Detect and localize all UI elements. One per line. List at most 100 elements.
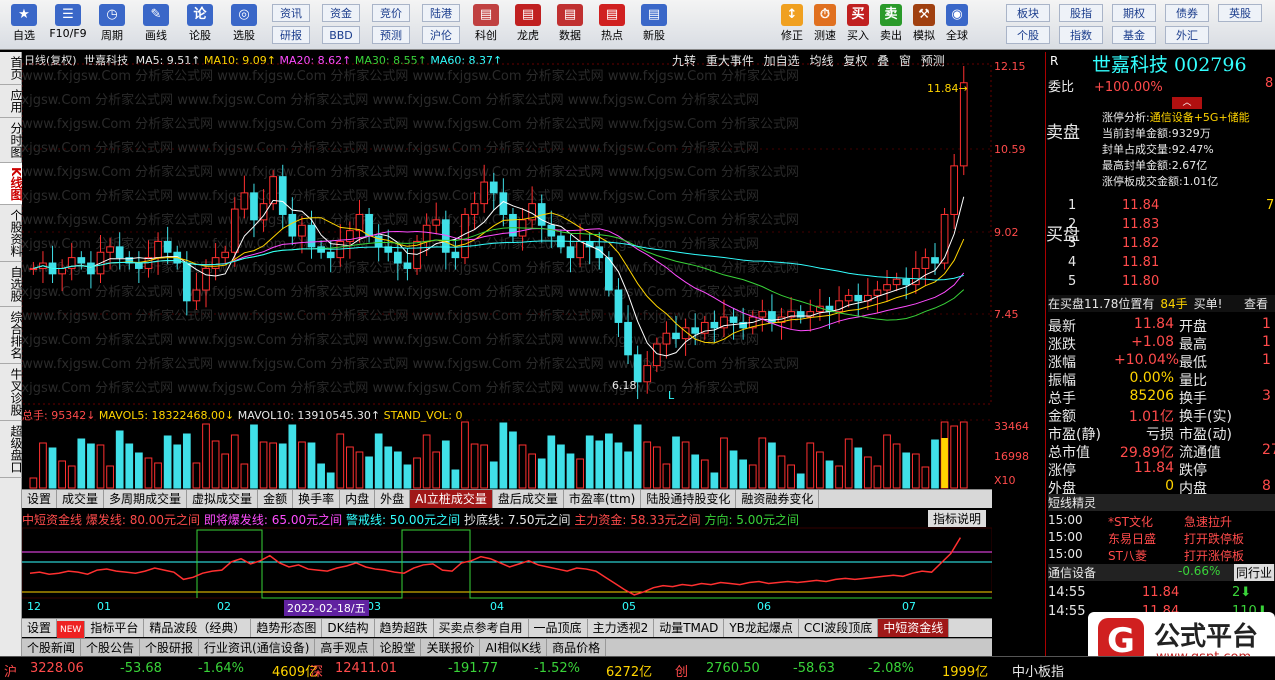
toolbar3-button-4[interactable]: ⚒ 模拟 [908, 2, 940, 48]
toolbar2-button-2[interactable]: ▤ 数据 [550, 2, 590, 48]
toolbar3-button-2[interactable]: 买买入 [842, 2, 874, 48]
indicator-tab-6[interactable]: 趋势超跌 [375, 619, 434, 637]
stat-row: 总手 85206 换手 3 [1048, 388, 1271, 407]
volume-bar [854, 447, 863, 489]
tag-个股[interactable]: 个股 [1006, 26, 1050, 44]
volume-bar [163, 435, 172, 489]
volume-bar [135, 452, 143, 489]
left-nav-0[interactable]: 首页 [0, 52, 23, 85]
toolbar3-button-3[interactable]: 卖卖出 [875, 2, 907, 48]
news-tab-0[interactable]: 个股新闻 [22, 639, 82, 657]
indicator-header: 中短资金线 爆发线: 80.00元之间 即将爆发线: 65.00元之间 警戒线:… [22, 513, 800, 527]
volume-bar [585, 435, 594, 489]
sprite-row[interactable]: 15:00 ST八菱 打开涨停板 [1048, 547, 1244, 564]
kline-chart[interactable]: www.fxjgsw.Com 分析家公式网 www.fxjgsw.Com 分析家… [22, 52, 992, 660]
news-tab-6[interactable]: 关联报价 [421, 639, 481, 657]
toolbar-button-4[interactable]: 论论股 [180, 2, 220, 48]
tag-期权[interactable]: 期权 [1112, 4, 1156, 22]
news-tab-7[interactable]: AI相似K线 [480, 639, 548, 657]
indicator-tab-4[interactable]: 趋势形态图 [251, 619, 323, 637]
sub-tab-1[interactable]: 成交量 [57, 490, 105, 508]
news-tab-3[interactable]: 行业资讯(通信设备) [199, 639, 316, 657]
indicator-tab-5[interactable]: DK结构 [322, 619, 375, 637]
left-nav-6[interactable]: 综合排名 [0, 307, 23, 365]
indicator-tab-3[interactable]: 精品波段（经典） [144, 619, 252, 637]
left-nav-5[interactable]: 自选股 [0, 262, 23, 308]
sub-tab-12[interactable]: 融资融券变化 [736, 490, 820, 508]
tag-外汇[interactable]: 外汇 [1165, 26, 1209, 44]
tag-股指[interactable]: 股指 [1059, 4, 1103, 22]
news-tab-4[interactable]: 高手观点 [315, 639, 375, 657]
news-tab-8[interactable]: 商品价格 [547, 639, 607, 657]
indicator-help-button[interactable]: 指标说明 [928, 510, 987, 527]
toolbar2-button-3[interactable]: ▤ 热点 [592, 2, 632, 48]
expand-icon[interactable]: ︿ [1172, 97, 1202, 109]
indicator-tab-1[interactable]: NEW [57, 621, 86, 639]
indicator-tab-9[interactable]: 主力透视2 [588, 619, 655, 637]
industry-button[interactable]: 同行业 [1234, 564, 1275, 581]
toolbar-button-5[interactable]: ◎ 选股 [224, 2, 264, 48]
left-nav-8[interactable]: 超级盘口 [0, 421, 23, 479]
tag-BBD[interactable]: BBD [322, 26, 360, 44]
sub-tab-2[interactable]: 多周期成交量 [104, 490, 188, 508]
tag-陆港[interactable]: 陆港 [422, 4, 460, 22]
tag-英股[interactable]: 英股 [1218, 4, 1262, 22]
toolbar2-button-4[interactable]: ▤ 新股 [634, 2, 674, 48]
toolbar-button-1[interactable]: ☰ F10/F9 [48, 2, 88, 48]
toolbar-button-3[interactable]: ✎ 画线 [136, 2, 176, 48]
news-tab-1[interactable]: 个股公告 [81, 639, 141, 657]
chart-area[interactable]: 日线(复权) 世嘉科技 MA5: 9.51↑ MA10: 9.09↑ MA20:… [22, 52, 992, 660]
tag-资讯[interactable]: 资讯 [272, 4, 310, 22]
tag-指数[interactable]: 指数 [1059, 26, 1103, 44]
sub-tab-8[interactable]: AI立桩成交量 [410, 490, 493, 508]
tag-板块[interactable]: 板块 [1006, 4, 1050, 22]
indicator-tab-13[interactable]: 中短资金线 [878, 619, 950, 637]
sprite-row[interactable]: 15:00 *ST文化 急速拉升 [1048, 513, 1232, 530]
left-nav-1[interactable]: 应用 [0, 85, 23, 118]
tag-资金[interactable]: 资金 [322, 4, 360, 22]
tag-竞价[interactable]: 竞价 [372, 4, 410, 22]
volume-bar [499, 422, 508, 489]
queue-view-button[interactable]: 查看 [1244, 295, 1268, 312]
sub-tab-9[interactable]: 盘后成交量 [493, 490, 564, 508]
tag-基金[interactable]: 基金 [1112, 26, 1156, 44]
news-tab-2[interactable]: 个股研报 [140, 639, 200, 657]
sprite-row[interactable]: 15:00 东易日盛 打开跌停板 [1048, 530, 1244, 547]
indicator-tab-10[interactable]: 动量TMAD [654, 619, 725, 637]
sub-tab-10[interactable]: 市盈率(ttm) [564, 490, 642, 508]
toolbar2-button-0[interactable]: ▤ 科创 [466, 2, 506, 48]
volume-bar [355, 451, 364, 489]
sub-tab-7[interactable]: 外盘 [375, 490, 411, 508]
tag-沪伦[interactable]: 沪伦 [422, 26, 460, 44]
indicator-tab-12[interactable]: CCI波段顶底 [799, 619, 879, 637]
indicator-tab-2[interactable]: 指标平台 [85, 619, 145, 637]
indicator-tab-0[interactable]: 设置 [22, 619, 58, 637]
indicator-tab-7[interactable]: 买卖点参考自用 [434, 619, 529, 637]
volume-bar [67, 465, 76, 489]
news-tab-5[interactable]: 论股堂 [374, 639, 422, 657]
left-nav-4[interactable]: 个股资料 [0, 205, 23, 263]
left-nav-3[interactable]: K线图 [0, 163, 23, 206]
tag-债券[interactable]: 债券 [1165, 4, 1209, 22]
toolbar3-button-0[interactable]: ↕ 修正 [776, 2, 808, 48]
indicator-tab-11[interactable]: YB龙起爆点 [724, 619, 799, 637]
tag-预测[interactable]: 预测 [372, 26, 410, 44]
toolbar3-button-1[interactable]: ⏱ 测速 [809, 2, 841, 48]
toolbar2-button-1[interactable]: ▤ 龙虎 [508, 2, 548, 48]
volume-bar [365, 456, 373, 489]
toolbar-button-0[interactable]: ★ 自选 [4, 2, 44, 48]
tag-研报[interactable]: 研报 [272, 26, 310, 44]
toolbar-button-2[interactable]: ◷ 周期 [92, 2, 132, 48]
sub-tab-11[interactable]: 陆股通持股变化 [641, 490, 737, 508]
left-nav-2[interactable]: 分时图 [0, 118, 23, 163]
left-nav-7[interactable]: 牛叉诊股 [0, 364, 23, 422]
sub-tab-3[interactable]: 虚拟成交量 [187, 490, 259, 508]
sub-tab-5[interactable]: 换手率 [293, 490, 341, 508]
candle [135, 262, 143, 269]
toolbar3-button-5[interactable]: ◉ 全球 [941, 2, 973, 48]
sub-tab-6[interactable]: 内盘 [340, 490, 376, 508]
sub-tab-0[interactable]: 设置 [22, 490, 58, 508]
sub-tab-4[interactable]: 金额 [258, 490, 294, 508]
indicator-tab-8[interactable]: 一品顶底 [529, 619, 588, 637]
volume-bar [346, 446, 354, 489]
